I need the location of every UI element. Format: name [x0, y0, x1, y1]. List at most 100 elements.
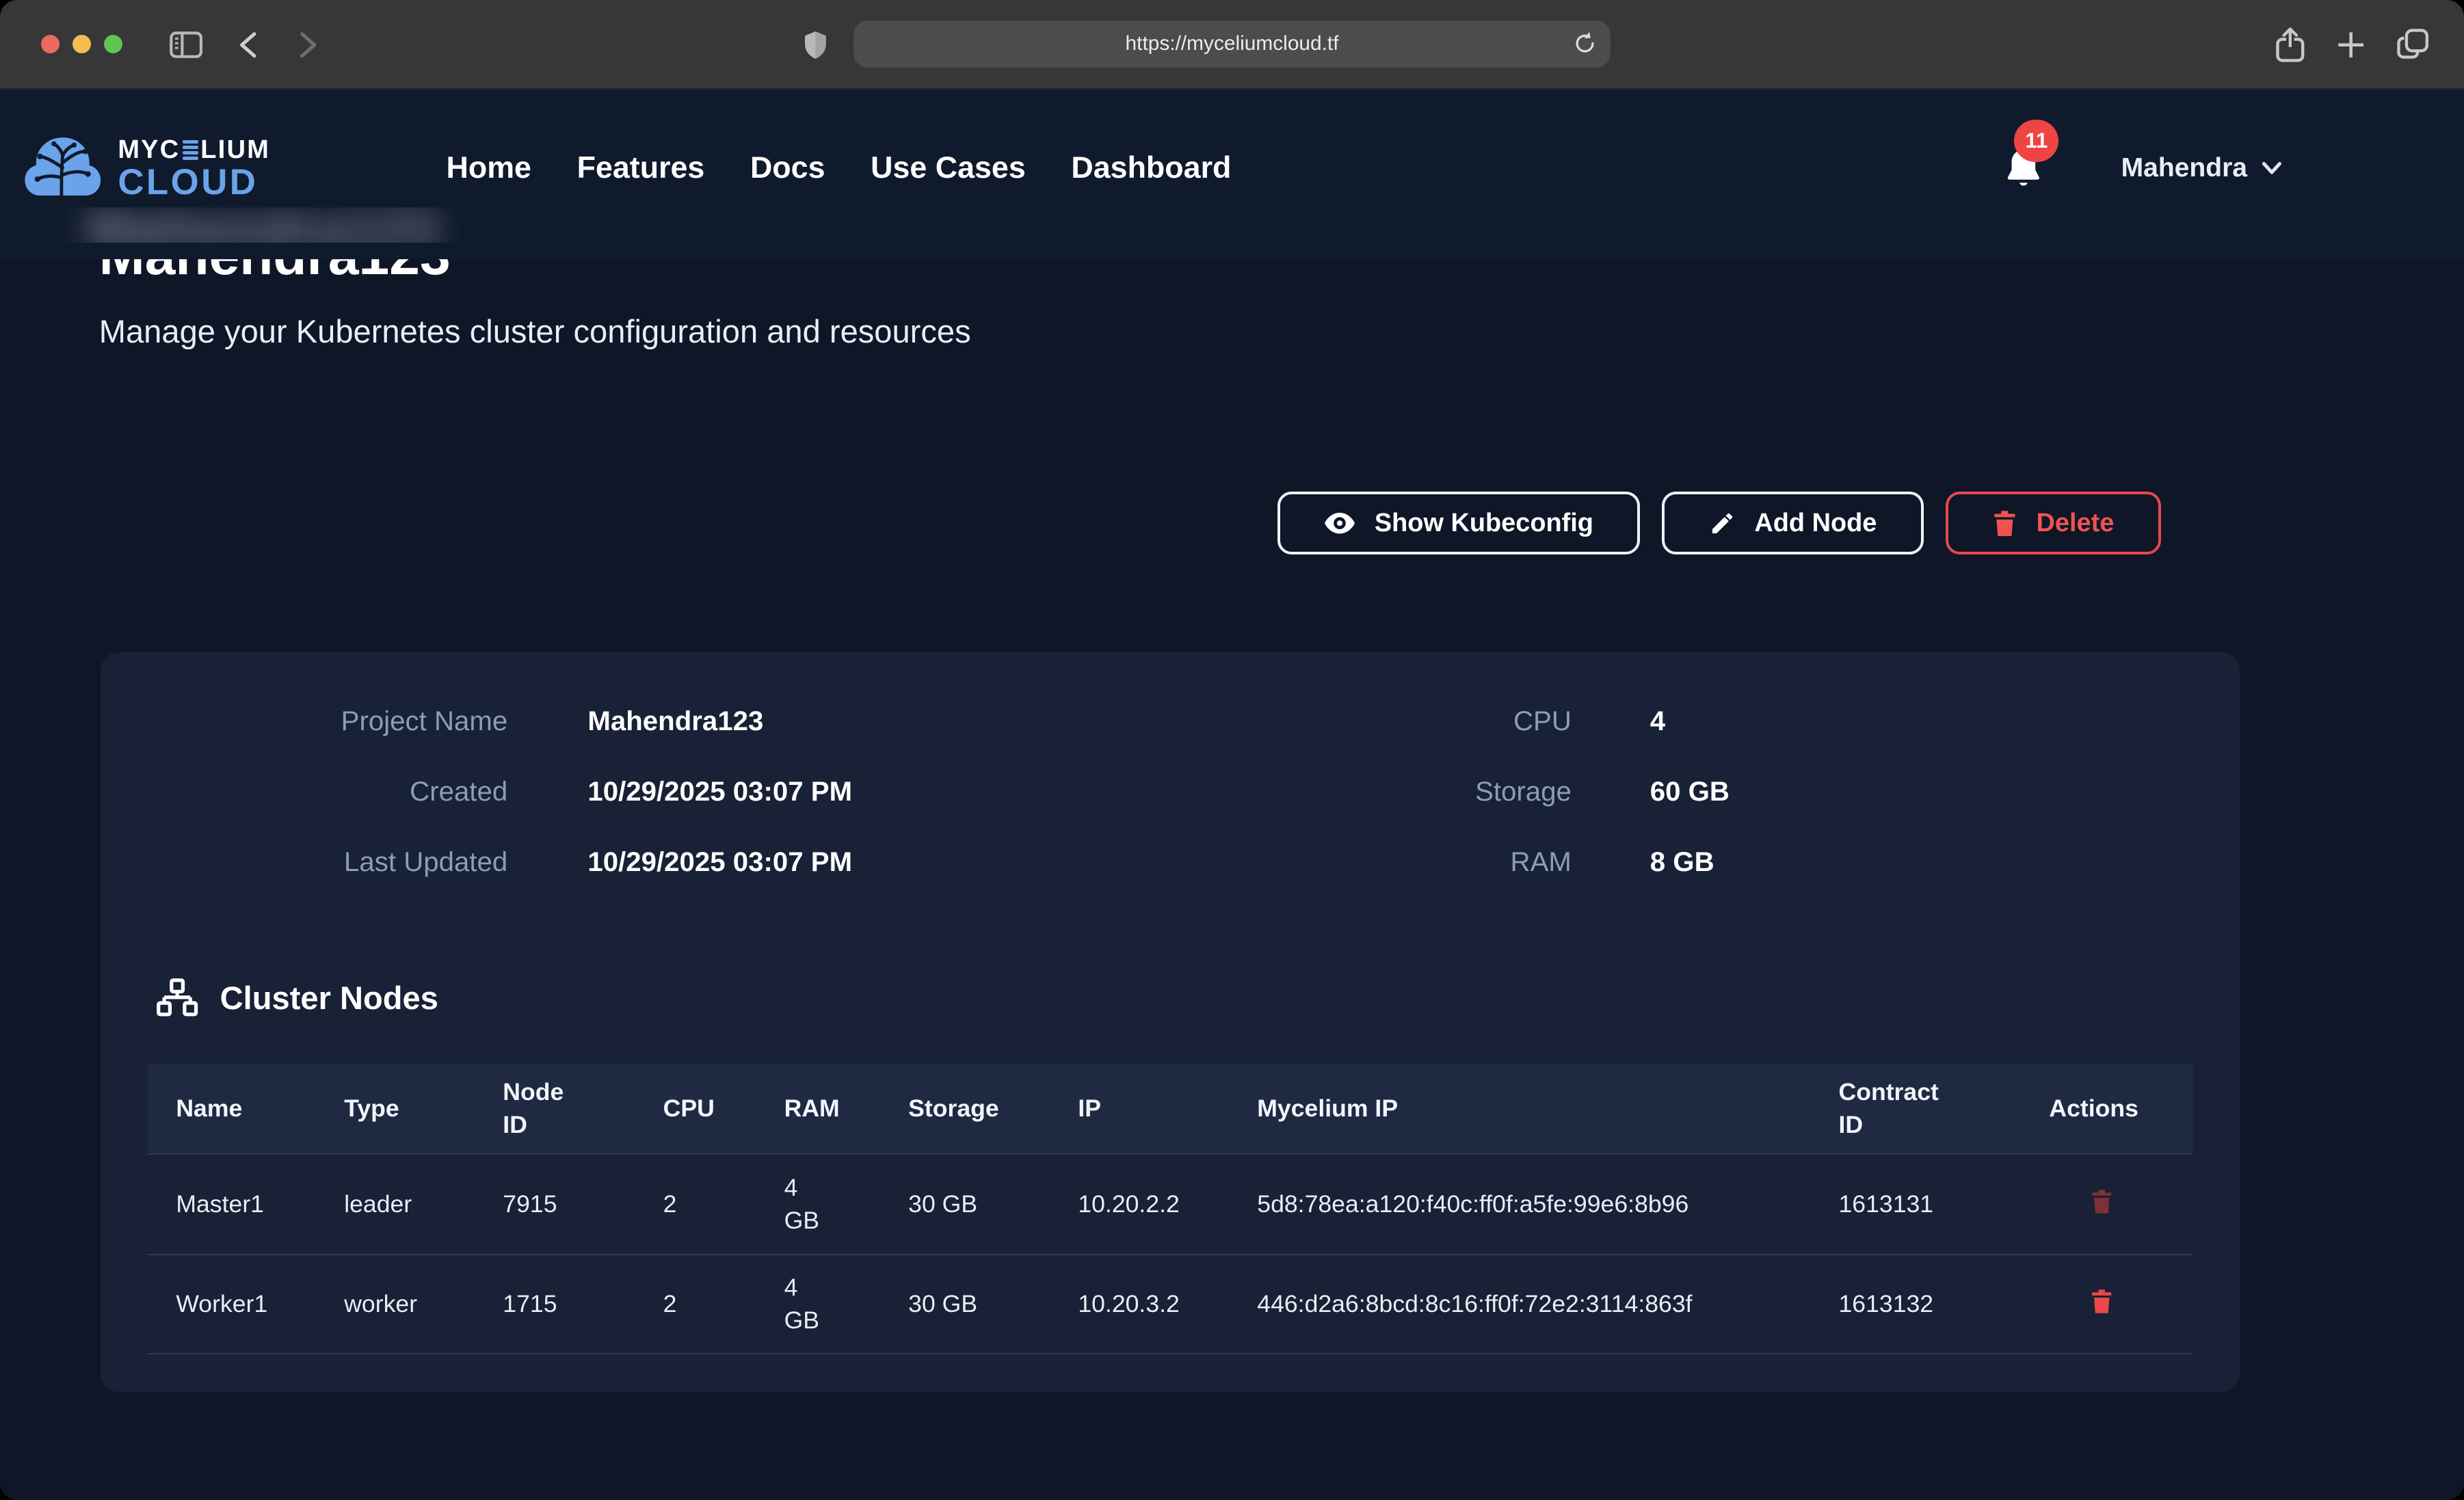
- browser-chrome: https://myceliumcloud.tf: [0, 0, 2464, 90]
- chevron-down-icon: [2262, 161, 2282, 176]
- mycelium-cloud-logo-icon: [22, 130, 103, 206]
- cluster-info-left: Project Name Mahendra123 Created 10/29/2…: [101, 699, 1169, 911]
- delete-cluster-button[interactable]: Delete: [1946, 492, 2161, 554]
- cell-actions: [2049, 1185, 2192, 1223]
- trash-icon: [2090, 1188, 2113, 1215]
- nav-item[interactable]: Use Cases: [871, 150, 1026, 185]
- notifications-bell-button[interactable]: 11: [2003, 146, 2044, 190]
- add-node-button[interactable]: Add Node: [1662, 492, 1923, 554]
- table-row: Worker1 worker 1715 2 4 GB 30 GB 10.20.3…: [148, 1254, 2193, 1354]
- nav-item[interactable]: Docs: [750, 150, 825, 185]
- info-row: CPU 4: [1169, 699, 2240, 743]
- info-label: Project Name: [101, 699, 507, 743]
- info-value: 10/29/2025 03:07 PM: [587, 770, 852, 814]
- shield-icon[interactable]: [803, 0, 828, 90]
- user-name: Mahendra: [2121, 153, 2247, 183]
- col-header-storage: Storage: [908, 1092, 1078, 1125]
- cluster-nodes-table: Name Type Node ID CPU RAM Storage IP Myc…: [148, 1064, 2193, 1354]
- col-header-cpu: CPU: [663, 1092, 784, 1125]
- info-value: 4: [1650, 699, 1665, 743]
- tab-overview-icon[interactable]: [2396, 0, 2429, 90]
- cluster-details-card: Project Name Mahendra123 Created 10/29/2…: [101, 652, 2239, 1392]
- cell-mycelium-ip: 446:d2a6:8bcd:8c16:ff0f:72e2:3114:863f: [1257, 1287, 1838, 1320]
- cluster-actions: Show Kubeconfig Add Node Delete: [1277, 492, 2161, 554]
- table-header-row: Name Type Node ID CPU RAM Storage IP Myc…: [148, 1064, 2193, 1153]
- user-menu-button[interactable]: Mahendra: [2121, 153, 2282, 183]
- info-label: Storage: [1169, 770, 1572, 814]
- info-row: Created 10/29/2025 03:07 PM: [101, 770, 1169, 814]
- cell-node-id: 1715: [503, 1287, 663, 1320]
- nav-item[interactable]: Features: [577, 150, 705, 185]
- col-header-type: Type: [344, 1092, 503, 1125]
- show-kubeconfig-button[interactable]: Show Kubeconfig: [1277, 492, 1640, 554]
- info-label: RAM: [1169, 840, 1572, 884]
- col-header-ram: RAM: [784, 1092, 909, 1125]
- cell-name: Worker1: [176, 1287, 344, 1320]
- url-text: https://myceliumcloud.tf: [1126, 32, 1339, 55]
- col-header-contract-id: Contract ID: [1838, 1075, 2049, 1142]
- info-label: Created: [101, 770, 507, 814]
- forward-icon[interactable]: [299, 0, 318, 90]
- sidebar-toggle-icon[interactable]: [170, 0, 202, 90]
- info-value: 10/29/2025 03:07 PM: [587, 840, 852, 884]
- info-row: Storage 60 GB: [1169, 770, 2240, 814]
- new-tab-icon[interactable]: [2337, 0, 2365, 90]
- notification-count-badge: 11: [2014, 120, 2058, 162]
- minimize-window-button[interactable]: [72, 35, 92, 54]
- cell-node-id: 7915: [503, 1188, 663, 1220]
- nav-item[interactable]: Dashboard: [1071, 150, 1231, 185]
- delete-node-button[interactable]: [2087, 1285, 2117, 1323]
- table-row: Master1 leader 7915 2 4 GB 30 GB 10.20.2…: [148, 1153, 2193, 1254]
- info-value: Mahendra123: [587, 699, 763, 743]
- info-row: Project Name Mahendra123: [101, 699, 1169, 743]
- browser-window: https://myceliumcloud.tf Mahendra123: [0, 0, 2464, 1500]
- info-label: Last Updated: [101, 840, 507, 884]
- trash-icon: [2090, 1288, 2113, 1315]
- logo-wordmark: MYCLIUM CLOUD: [118, 135, 270, 201]
- cell-ram: 4 GB: [784, 1171, 909, 1237]
- share-icon[interactable]: [2275, 0, 2305, 90]
- pencil-icon: [1709, 510, 1736, 537]
- cell-contract-id: 1613131: [1838, 1188, 2049, 1220]
- col-header-actions: Actions: [2049, 1092, 2192, 1125]
- info-value: 60 GB: [1650, 770, 1730, 814]
- cell-cpu: 2: [663, 1287, 784, 1320]
- col-header-mycelium-ip: Mycelium IP: [1257, 1092, 1838, 1125]
- window-controls: [41, 35, 122, 54]
- col-header-name: Name: [176, 1092, 344, 1125]
- cluster-info-right: CPU 4 Storage 60 GB RAM 8 GB: [1169, 699, 2240, 911]
- trash-icon: [1992, 509, 2017, 537]
- back-icon[interactable]: [239, 0, 258, 90]
- cell-storage: 30 GB: [908, 1188, 1078, 1220]
- cluster-nodes-heading: Cluster Nodes: [155, 963, 438, 1032]
- info-row: RAM 8 GB: [1169, 840, 2240, 884]
- url-bar[interactable]: https://myceliumcloud.tf: [853, 21, 1611, 68]
- page-subtitle: Manage your Kubernetes cluster configura…: [99, 312, 971, 350]
- nav-item[interactable]: Home: [447, 150, 531, 185]
- cell-name: Master1: [176, 1188, 344, 1220]
- cell-mycelium-ip: 5d8:78ea:a120:f40c:ff0f:a5fe:99e6:8b96: [1257, 1188, 1838, 1220]
- cluster-info: Project Name Mahendra123 Created 10/29/2…: [101, 699, 2239, 911]
- table-body: Master1 leader 7915 2 4 GB 30 GB 10.20.2…: [148, 1153, 2193, 1354]
- delete-node-button[interactable]: [2087, 1185, 2117, 1223]
- main-nav: Home Features Docs Use Cases Dashboard: [447, 150, 1232, 185]
- zoom-window-button[interactable]: [104, 35, 123, 54]
- logo-e-bars: [183, 140, 198, 160]
- col-header-ip: IP: [1078, 1092, 1257, 1125]
- info-value: 8 GB: [1650, 840, 1714, 884]
- cell-type: worker: [344, 1287, 503, 1320]
- close-window-button[interactable]: [41, 35, 60, 54]
- info-label: CPU: [1169, 699, 1572, 743]
- cell-ip: 10.20.3.2: [1078, 1287, 1257, 1320]
- cluster-nodes-title: Cluster Nodes: [220, 979, 438, 1017]
- cell-type: leader: [344, 1188, 503, 1220]
- eye-icon: [1324, 511, 1355, 535]
- site-logo[interactable]: MYCLIUM CLOUD: [22, 130, 270, 206]
- cell-storage: 30 GB: [908, 1287, 1078, 1320]
- cell-contract-id: 1613132: [1838, 1287, 2049, 1320]
- cell-ip: 10.20.2.2: [1078, 1188, 1257, 1220]
- reload-icon[interactable]: [1572, 30, 1598, 57]
- cell-ram: 4 GB: [784, 1271, 909, 1337]
- site-header: MYCLIUM CLOUD Home Features Docs Use Cas…: [0, 90, 2464, 259]
- col-header-node-id: Node ID: [503, 1075, 663, 1142]
